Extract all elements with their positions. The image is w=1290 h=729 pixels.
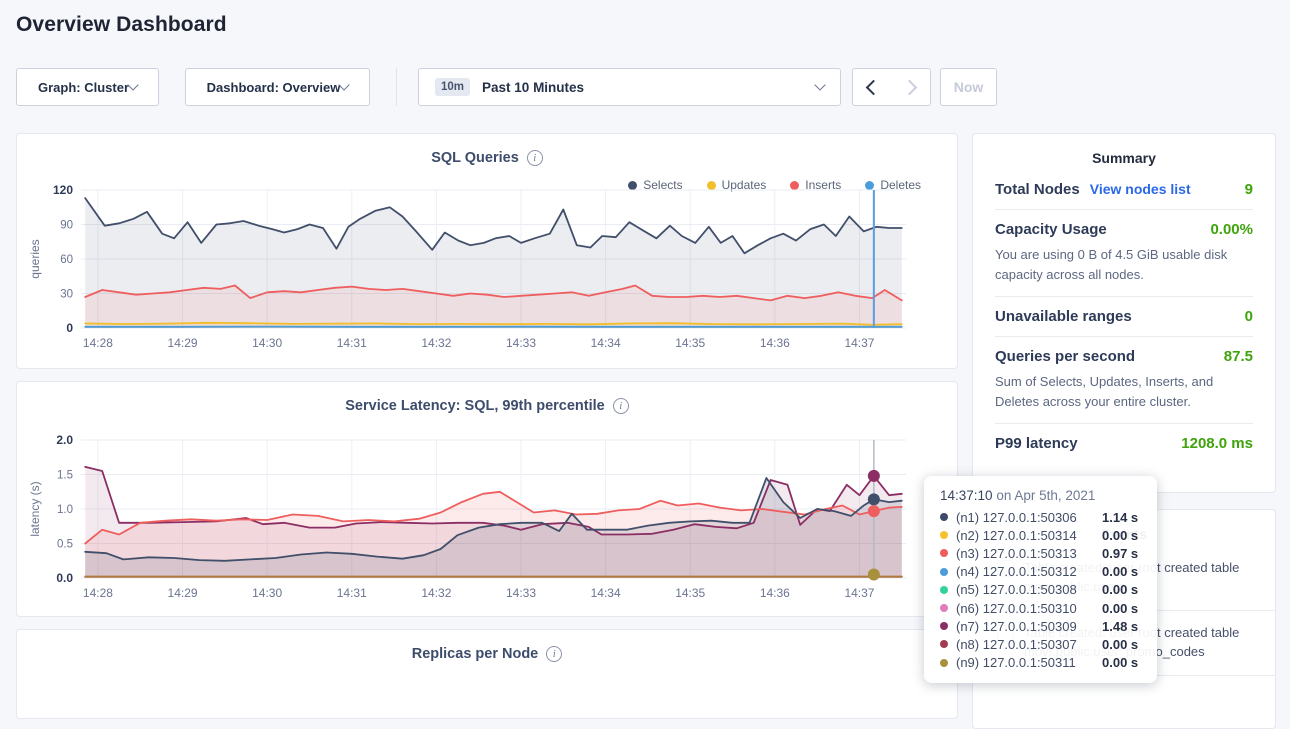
node-dot-icon [940,549,948,557]
chevron-left-icon [866,79,882,95]
svg-text:14:35: 14:35 [675,586,705,600]
stat-queries-per-second: Queries per second 87.5 Sum of Selects, … [995,337,1253,424]
chart-hover-tooltip: 14:37:10 on Apr 5th, 2021 (n1) 127.0.0.1… [924,476,1157,683]
svg-text:0.0: 0.0 [56,571,73,585]
tooltip-row-n4: (n4) 127.0.0.1:503120.00 s [940,563,1143,581]
now-button-label: Now [954,79,984,95]
svg-text:14:36: 14:36 [760,586,790,600]
svg-text:14:32: 14:32 [421,586,451,600]
node-dot-icon [940,640,948,648]
tooltip-row-n9: (n9) 127.0.0.1:503110.00 s [940,654,1143,672]
svg-text:14:28: 14:28 [83,586,113,600]
summary-panel: Summary Total Nodes View nodes list 9 Ca… [972,133,1276,493]
svg-text:0: 0 [66,321,73,335]
svg-text:14:36: 14:36 [760,336,790,350]
svg-text:1.5: 1.5 [57,470,73,482]
now-button[interactable]: Now [940,68,997,106]
svg-text:120: 120 [53,184,73,197]
page-title: Overview Dashboard [16,13,227,37]
time-prev-button[interactable] [852,68,892,106]
graph-dropdown-label: Graph: Cluster [38,80,129,95]
svg-text:2.0: 2.0 [56,434,73,447]
svg-text:14:30: 14:30 [252,336,282,350]
p99-latency-value: 1208.0 ms [1181,435,1253,452]
chevron-down-icon [814,79,825,90]
node-dot-icon [940,513,948,521]
svg-text:14:28: 14:28 [83,336,113,350]
svg-text:14:33: 14:33 [506,586,536,600]
tooltip-row-n2: (n2) 127.0.0.1:503140.00 s [940,526,1143,544]
svg-text:14:33: 14:33 [506,336,536,350]
svg-text:14:37: 14:37 [844,336,874,350]
tooltip-row-n8: (n8) 127.0.0.1:503070.00 s [940,635,1143,653]
svg-text:14:35: 14:35 [675,336,705,350]
svg-text:14:37: 14:37 [844,586,874,600]
stat-p99-latency: P99 latency 1208.0 ms [995,424,1253,463]
svg-text:60: 60 [60,254,73,266]
dashboard-dropdown[interactable]: Dashboard: Overview [185,68,370,106]
svg-text:14:29: 14:29 [168,336,198,350]
info-icon[interactable]: i [527,150,543,166]
tooltip-row-n6: (n6) 127.0.0.1:503100.00 s [940,599,1143,617]
svg-text:14:31: 14:31 [337,336,367,350]
tooltip-row-n7: (n7) 127.0.0.1:503091.48 s [940,617,1143,635]
time-next-button[interactable] [891,68,931,106]
view-nodes-list-link[interactable]: View nodes list [1090,181,1191,197]
replicas-per-node-title: Replicas per Node [412,646,539,662]
node-dot-icon [940,586,948,594]
unavailable-ranges-value: 0 [1245,308,1253,325]
info-icon[interactable]: i [546,646,562,662]
summary-title: Summary [973,150,1275,166]
time-range-badge: 10m [435,78,470,96]
svg-text:14:29: 14:29 [168,586,198,600]
service-latency-title: Service Latency: SQL, 99th percentile [345,398,605,414]
info-icon[interactable]: i [613,398,629,414]
node-dot-icon [940,622,948,630]
replicas-per-node-card: Replicas per Node i [16,629,958,719]
svg-text:0.5: 0.5 [57,539,73,551]
node-dot-icon [940,568,948,576]
controls-divider [396,68,397,106]
sql-queries-card: SQL Queries i Selects Updates Inserts De… [16,133,958,369]
sql-queries-title: SQL Queries [431,150,519,166]
stat-capacity-usage: Capacity Usage 0.00% You are using 0 B o… [995,210,1253,297]
stat-total-nodes: Total Nodes View nodes list 9 [995,170,1253,210]
svg-text:14:31: 14:31 [337,586,367,600]
service-latency-card: Service Latency: SQL, 99th percentile i … [16,381,958,617]
tooltip-timestamp: 14:37:10 on Apr 5th, 2021 [940,488,1143,503]
time-range-dropdown[interactable]: 10m Past 10 Minutes [418,68,841,106]
chevron-down-icon [339,79,350,90]
tooltip-row-n1: (n1) 127.0.0.1:503061.14 s [940,508,1143,526]
time-range-label: Past 10 Minutes [482,80,584,95]
total-nodes-value: 9 [1245,181,1253,198]
sql-queries-chart[interactable]: 0 30 60 90 120 14:28 14:29 14:30 14:31 14:32 14:33… [17,184,957,356]
svg-text:latency (s): latency (s) [28,481,42,536]
node-dot-icon [940,531,948,539]
svg-text:14:30: 14:30 [252,586,282,600]
stat-unavailable-ranges: Unavailable ranges 0 [995,297,1253,337]
svg-text:1.0: 1.0 [57,504,73,516]
node-dot-icon [940,659,948,667]
svg-text:14:34: 14:34 [591,586,621,600]
svg-text:queries: queries [28,239,42,278]
graph-dropdown[interactable]: Graph: Cluster [16,68,159,106]
chevron-right-icon [901,79,917,95]
tooltip-row-n5: (n5) 127.0.0.1:503080.00 s [940,581,1143,599]
capacity-usage-value: 0.00% [1210,221,1253,238]
svg-text:30: 30 [60,289,73,301]
service-latency-chart[interactable]: 0.0 0.5 1.0 1.5 2.0 14:28 14:29 14:30 14:31 14:32… [17,434,957,606]
svg-text:90: 90 [60,220,73,232]
queries-per-second-value: 87.5 [1224,348,1253,365]
node-dot-icon [940,604,948,612]
chevron-down-icon [127,79,138,90]
svg-text:14:34: 14:34 [591,336,621,350]
tooltip-row-n3: (n3) 127.0.0.1:503130.97 s [940,544,1143,562]
svg-text:14:32: 14:32 [421,336,451,350]
dashboard-dropdown-label: Dashboard: Overview [207,80,341,95]
